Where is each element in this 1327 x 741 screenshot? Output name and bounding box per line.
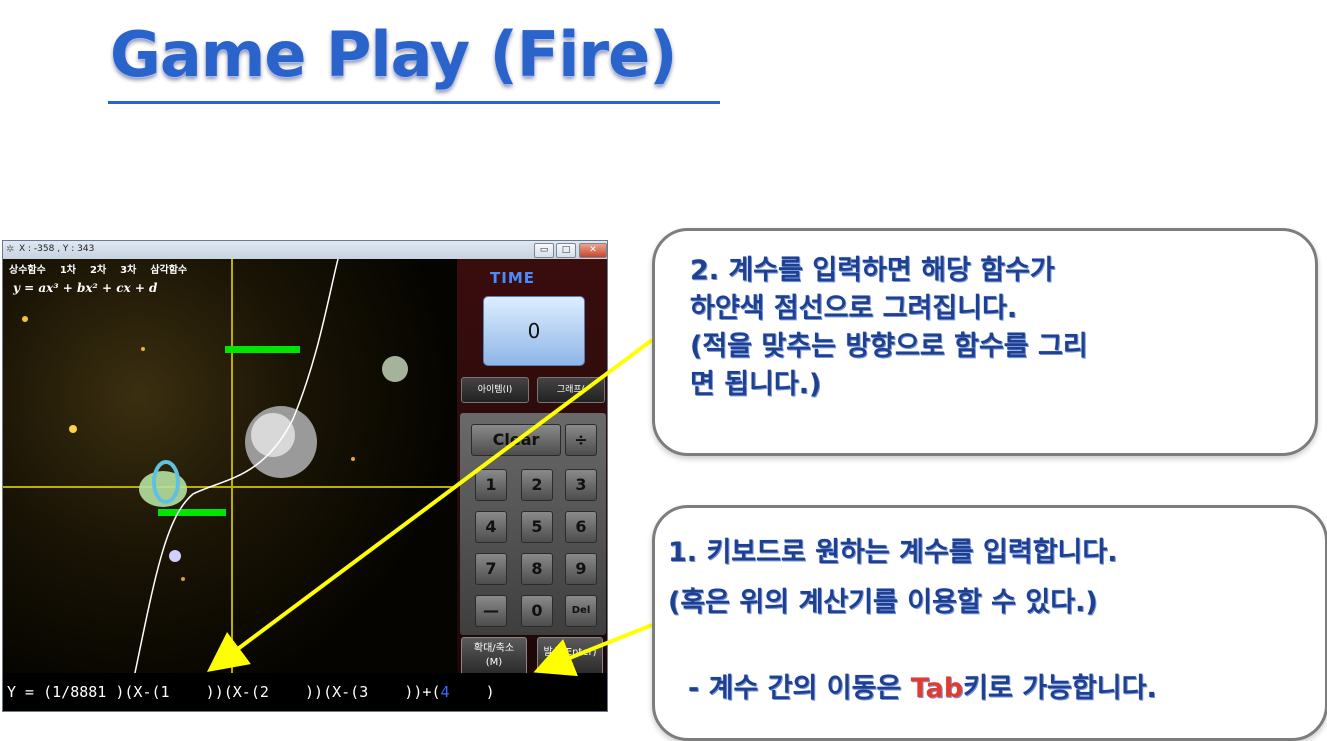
active-coefficient-field[interactable]: 4: [440, 683, 449, 701]
callout-line3: - 계수 간의 이동은 Tab키로 가능합니다.: [688, 670, 1157, 708]
calc-divide-button[interactable]: ÷: [565, 424, 597, 456]
minimize-button[interactable]: ▭: [534, 243, 554, 258]
calc-minus-button[interactable]: —: [475, 595, 507, 627]
star: [181, 577, 185, 581]
calc-clear-button[interactable]: Clear: [471, 424, 561, 456]
tab-key-label: Tab: [910, 673, 964, 704]
calc-key-7[interactable]: 7: [475, 553, 507, 585]
star: [22, 316, 28, 322]
calc-key-0[interactable]: 0: [521, 595, 553, 627]
window-titlebar[interactable]: ✲ X : -358 , Y : 343 ▭ □ ✕: [3, 241, 607, 259]
input-suffix: ): [449, 683, 495, 701]
time-label: TIME: [490, 269, 535, 287]
playfield-graphics: [3, 259, 456, 711]
callout-line3-prefix: - 계수 간의 이동은: [688, 673, 911, 704]
menu-item-trig[interactable]: 삼각함수: [150, 261, 187, 276]
calc-key-3[interactable]: 3: [565, 469, 597, 501]
enemy-health-bar: [225, 346, 300, 353]
star: [141, 347, 145, 351]
menu-item-cubic[interactable]: 3차: [120, 261, 136, 276]
time-display: 0: [483, 296, 585, 366]
star: [351, 457, 355, 461]
maximize-button[interactable]: □: [556, 243, 576, 258]
menu-item-constant[interactable]: 상수함수: [9, 261, 46, 276]
calc-key-5[interactable]: 5: [521, 511, 553, 543]
equation-formula: y = ax³ + bx² + cx + d: [13, 281, 158, 295]
menu-item-linear[interactable]: 1차: [60, 261, 76, 276]
app-icon: ✲: [6, 244, 15, 255]
fire-button[interactable]: 발사(Enter): [537, 637, 603, 675]
calc-key-8[interactable]: 8: [521, 553, 553, 585]
title-underline: [108, 101, 720, 104]
calc-key-4[interactable]: 4: [475, 511, 507, 543]
close-button[interactable]: ✕: [579, 243, 607, 258]
game-playfield[interactable]: [3, 259, 456, 711]
game-window: ✲ X : -358 , Y : 343 ▭ □ ✕ 상수함수 1차 2차 3차…: [2, 240, 608, 712]
calc-key-9[interactable]: 9: [565, 553, 597, 585]
zoom-button[interactable]: 확대/축소 (M): [461, 637, 527, 675]
callout-line1: 1. 키보드로 원하는 계수를 입력합니다.: [668, 537, 1118, 568]
window-title: X : -358 , Y : 343: [19, 244, 95, 254]
function-menu: 상수함수 1차 2차 3차 삼각함수: [9, 261, 187, 276]
input-prefix: Y = (1/8881 )(X-(1 ))(X-(2 ))(X-(3 ))+(: [7, 683, 441, 701]
callout-line2: (혹은 위의 계산기를 이용할 수 있다.): [668, 587, 1098, 618]
callout-draw-function-text: 2. 계수를 입력하면 해당 함수가 하얀색 점선으로 그려집니다. (적을 맞…: [690, 255, 1088, 400]
coefficient-input-bar[interactable]: Y = (1/8881 )(X-(1 ))(X-(2 ))(X-(3 ))+(4…: [3, 673, 607, 711]
calc-key-1[interactable]: 1: [475, 469, 507, 501]
graph-button[interactable]: 그래프(: [537, 377, 605, 403]
item-button[interactable]: 아이템(I): [461, 377, 529, 403]
calc-key-2[interactable]: 2: [521, 469, 553, 501]
callout-line3-suffix: 키로 가능합니다.: [963, 673, 1157, 704]
small-ship: [169, 550, 181, 562]
slide-title: Game Play (Fire): [110, 18, 677, 91]
calc-key-6[interactable]: 6: [565, 511, 597, 543]
star: [69, 425, 77, 433]
enemy-alien: [382, 356, 408, 382]
menu-item-quadratic[interactable]: 2차: [90, 261, 106, 276]
player-health-bar: [158, 509, 226, 516]
calc-del-button[interactable]: Del: [565, 595, 597, 627]
